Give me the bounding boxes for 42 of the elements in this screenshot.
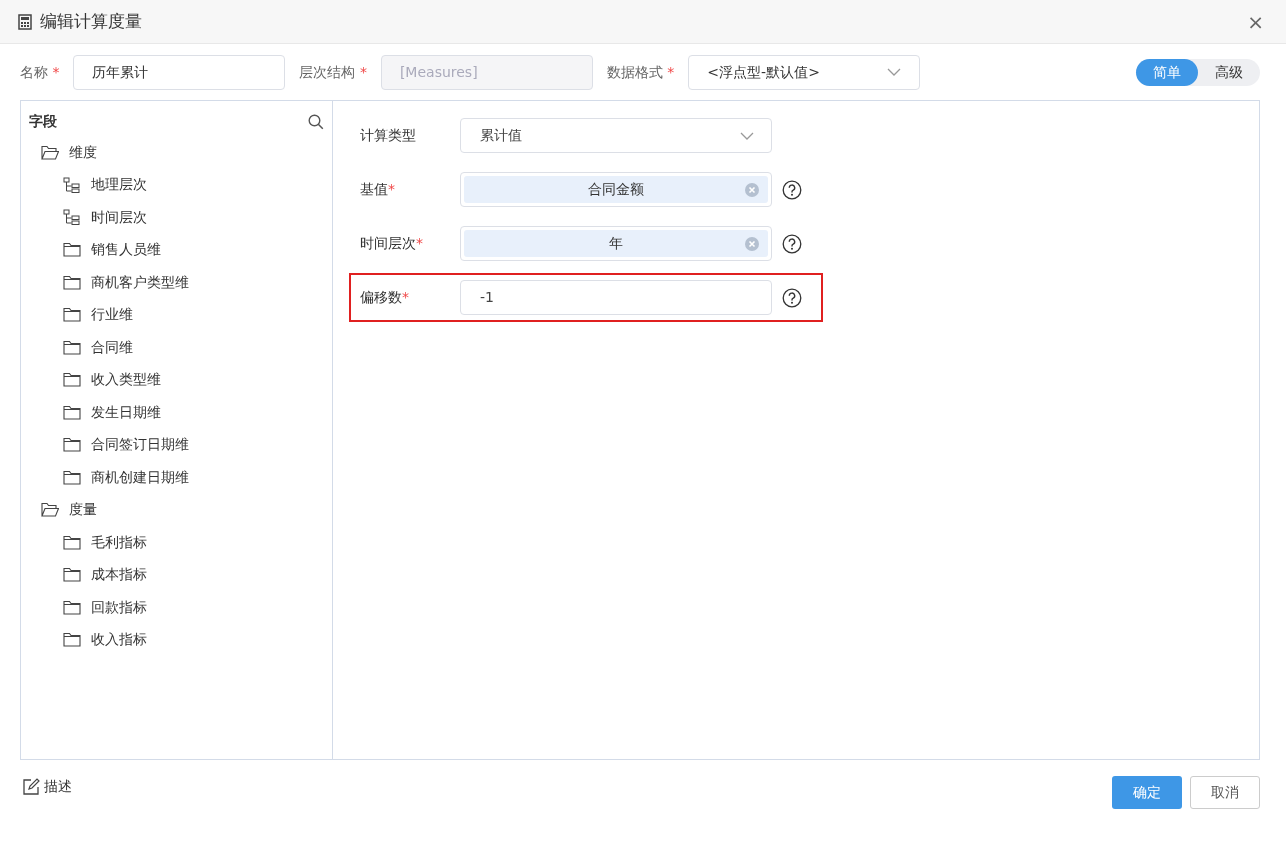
clear-icon [744,235,760,252]
field-label: 偏移数* [360,288,410,307]
hierarchy-icon [63,209,81,226]
tree-item[interactable]: 合同维 [29,331,324,364]
calculator-icon [18,13,32,30]
field-label: 基值* [360,180,396,199]
tree-item[interactable]: 地理层次 [29,168,324,201]
clear-icon [744,181,760,198]
tree-item[interactable]: 合同签订日期维 [29,428,324,461]
tree-item[interactable]: 发生日期维 [29,396,324,429]
hierarchy-icon [63,176,81,193]
field-label: 名称 * [20,62,60,82]
window-title: 编辑计算度量 [40,9,142,33]
chevron-down-icon [740,131,754,140]
tree-item[interactable]: 成本指标 [29,558,324,591]
field-label: 数据格式 * [606,62,675,82]
tree-item[interactable]: 回款指标 [29,591,324,624]
field-label: 计算类型 [360,126,417,145]
chevron-down-icon [887,68,902,76]
panel-title: 字段 [29,112,57,131]
tree-item[interactable]: 收入类型维 [29,363,324,396]
mode-tab[interactable]: 高级 [1198,58,1260,86]
tree-item[interactable]: 毛利指标 [29,526,324,559]
input-field[interactable]: 历年累计 [73,54,286,90]
field-label: 层次结构 * [299,62,367,82]
close-button[interactable]: × [1243,11,1268,32]
tree-item[interactable]: 商机客户类型维 [29,266,324,299]
search-icon [308,113,324,130]
field-label: 时间层次* [360,234,424,253]
edit-icon [22,777,40,796]
tree-item[interactable]: 行业维 [29,298,324,331]
tree-item[interactable]: 时间层次 [29,201,324,234]
format-dropdown[interactable]: <浮点型-默认值> [688,54,921,90]
type-dropdown[interactable]: 累计值 [460,118,772,153]
tree-item[interactable]: 销售人员维 [29,233,324,266]
tree-item[interactable]: 商机创建日期维 [29,461,324,494]
tree-item[interactable]: 维度 [29,136,324,169]
tree-item[interactable]: 收入指标 [29,623,324,656]
cancel-button[interactable]: 取消 [1190,776,1260,809]
tree-item[interactable]: 度量 [29,493,324,526]
input-field[interactable]: -1 [460,280,772,315]
describe-link[interactable]: 描述 [44,776,72,797]
